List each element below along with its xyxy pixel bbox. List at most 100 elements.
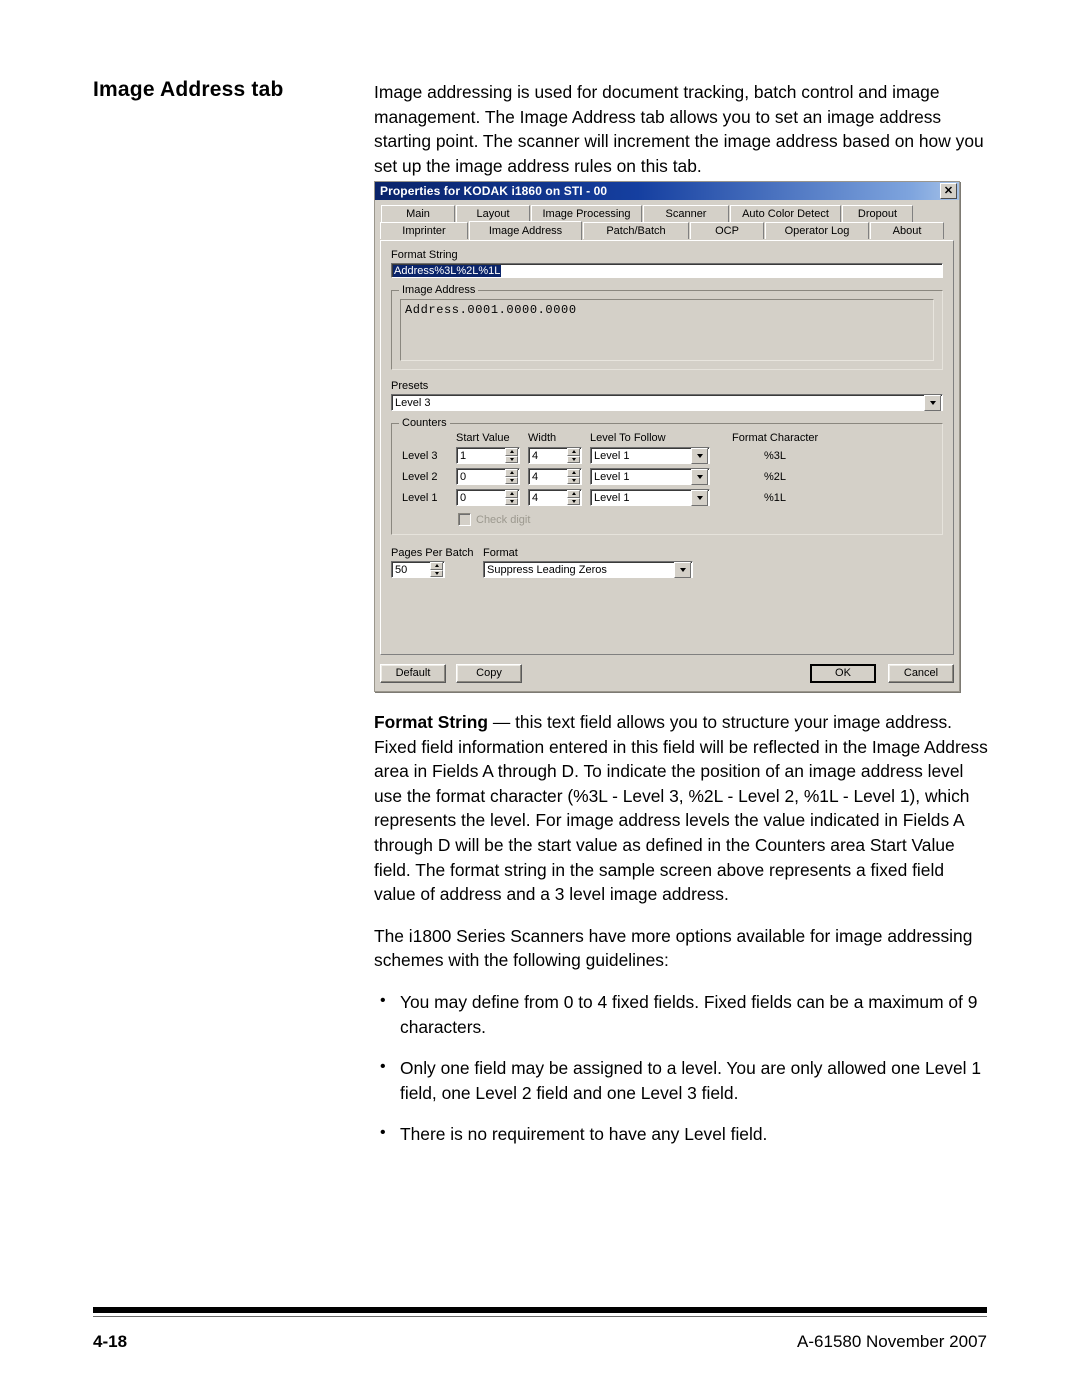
start-value-stepper-level-3[interactable]: 1 [456, 447, 520, 464]
counters-header-row: Start Value Width Level To Follow Format… [400, 432, 934, 444]
list-item-text: There is no requirement to have any Leve… [400, 1124, 768, 1145]
tab-auto-color-detect[interactable]: Auto Color Detect [730, 205, 841, 222]
stepper-buttons[interactable] [430, 562, 443, 577]
stepper-buttons[interactable] [567, 469, 580, 484]
presets-select[interactable]: Level 3 [391, 394, 943, 411]
stepper-buttons[interactable] [505, 469, 518, 484]
chevron-down-icon[interactable] [691, 447, 708, 464]
level-to-follow-value-level-1: Level 1 [594, 491, 630, 504]
counters-header-level-to-follow: Level To Follow [590, 432, 666, 444]
format-string-input[interactable]: Address%3L%2L%1L [391, 263, 943, 278]
after-dialog-text-block: Format String — this text field allows y… [374, 710, 988, 1164]
start-value-level-2: 0 [460, 470, 467, 483]
level-to-follow-select-level-1[interactable]: Level 1 [590, 489, 710, 506]
tab-row-2: Imprinter Image Address Patch/Batch OCP … [380, 221, 954, 240]
stepper-up-icon[interactable] [505, 469, 518, 477]
stepper-up-icon[interactable] [505, 490, 518, 498]
stepper-down-icon[interactable] [567, 497, 580, 505]
footer-page-number: 4-18 [93, 1332, 128, 1351]
tab-dropout[interactable]: Dropout [842, 205, 913, 222]
tab-operator-log[interactable]: Operator Log [765, 222, 869, 239]
counter-row-level-1: Level 1 0 4 Level 1 %1L [400, 489, 934, 506]
stepper-buttons[interactable] [567, 448, 580, 463]
chevron-down-icon[interactable] [674, 561, 691, 578]
counters-groupbox: Counters Start Value Width Level To Foll… [391, 417, 943, 535]
width-level-1: 4 [532, 491, 539, 504]
tab-ocp[interactable]: OCP [690, 222, 764, 239]
width-stepper-level-2[interactable]: 4 [528, 468, 582, 485]
stepper-buttons[interactable] [505, 490, 518, 505]
pages-per-batch-stepper[interactable]: 50 [391, 561, 445, 578]
list-item-text: You may define from 0 to 4 fixed fields.… [400, 991, 978, 1037]
cancel-button[interactable]: Cancel [888, 663, 954, 683]
stepper-down-icon[interactable] [567, 455, 580, 463]
dialog-body: Main Layout Image Processing Scanner Aut… [375, 200, 959, 691]
stepper-up-icon[interactable] [567, 448, 580, 456]
format-group: Format Suppress Leading Zeros [483, 547, 943, 578]
format-label: Format [483, 547, 518, 559]
tab-patch-batch[interactable]: Patch/Batch [583, 222, 689, 239]
guidelines-intro: The i1800 Series Scanners have more opti… [374, 925, 973, 971]
level-to-follow-value-level-2: Level 1 [594, 470, 630, 483]
stepper-up-icon[interactable] [430, 562, 443, 570]
chevron-down-icon[interactable] [924, 394, 941, 411]
image-address-readonly-field: Address.0001.0000.0000 [400, 299, 934, 361]
counter-row-1-label: Level 1 [402, 491, 438, 504]
tab-row-1: Main Layout Image Processing Scanner Aut… [381, 205, 954, 222]
format-character-level-2: %2L [764, 470, 787, 483]
default-button[interactable]: Default [380, 663, 446, 683]
stepper-buttons[interactable] [567, 490, 580, 505]
start-value-stepper-level-1[interactable]: 0 [456, 489, 520, 506]
stepper-down-icon[interactable] [430, 569, 443, 577]
level-to-follow-select-level-2[interactable]: Level 1 [590, 468, 710, 485]
width-stepper-level-3[interactable]: 4 [528, 447, 582, 464]
width-stepper-level-1[interactable]: 4 [528, 489, 582, 506]
start-value-level-3: 1 [460, 449, 467, 462]
pages-per-batch-value: 50 [395, 563, 408, 576]
list-item: • There is no requirement to have any Le… [374, 1122, 988, 1147]
dialog-title: Properties for KODAK i1860 on STI - 00 [380, 184, 608, 198]
page-title: Image Address tab [93, 78, 284, 101]
ok-button[interactable]: OK [810, 663, 876, 683]
format-select[interactable]: Suppress Leading Zeros [483, 561, 693, 578]
list-item: • You may define from 0 to 4 fixed field… [374, 990, 988, 1039]
tab-strip: Main Layout Image Processing Scanner Aut… [380, 205, 954, 240]
list-item: • Only one field may be assigned to a le… [374, 1056, 988, 1105]
pages-per-batch-label: Pages Per Batch [391, 547, 474, 559]
stepper-down-icon[interactable] [505, 455, 518, 463]
stepper-down-icon[interactable] [505, 476, 518, 484]
dialog-titlebar: Properties for KODAK i1860 on STI - 00 ✕ [375, 182, 959, 200]
close-icon[interactable]: ✕ [940, 183, 957, 199]
copy-button[interactable]: Copy [456, 663, 522, 683]
counter-row-level-2: Level 2 0 4 Level 1 %2L [400, 468, 934, 485]
tab-imprinter[interactable]: Imprinter [380, 222, 468, 239]
tab-scanner[interactable]: Scanner [643, 205, 729, 222]
stepper-down-icon[interactable] [505, 497, 518, 505]
stepper-up-icon[interactable] [567, 490, 580, 498]
list-item-text: Only one field may be assigned to a leve… [400, 1058, 982, 1103]
tab-image-address[interactable]: Image Address [469, 221, 582, 240]
start-value-stepper-level-2[interactable]: 0 [456, 468, 520, 485]
counters-group-label: Counters [399, 417, 450, 429]
level-to-follow-select-level-3[interactable]: Level 1 [590, 447, 710, 464]
format-string-value: Address%3L%2L%1L [393, 264, 502, 277]
counters-header-level [402, 432, 456, 444]
chevron-down-icon[interactable] [691, 489, 708, 506]
chevron-down-icon[interactable] [691, 468, 708, 485]
stepper-buttons[interactable] [505, 448, 518, 463]
tab-image-processing[interactable]: Image Processing [531, 205, 642, 222]
format-string-definition: Format String — this text field allows y… [374, 710, 988, 907]
start-value-level-1: 0 [460, 491, 467, 504]
stepper-up-icon[interactable] [505, 448, 518, 456]
stepper-up-icon[interactable] [567, 469, 580, 477]
check-digit-label: Check digit [476, 513, 531, 526]
em-dash: — [488, 712, 516, 732]
footer-divider [93, 1307, 987, 1317]
counter-row-2-label: Level 2 [402, 470, 438, 483]
stepper-down-icon[interactable] [567, 476, 580, 484]
format-value: Suppress Leading Zeros [487, 563, 607, 576]
tab-main[interactable]: Main [381, 205, 455, 222]
tab-about[interactable]: About [870, 222, 944, 239]
counters-header-start-value: Start Value [456, 432, 510, 444]
tab-layout[interactable]: Layout [456, 205, 530, 222]
